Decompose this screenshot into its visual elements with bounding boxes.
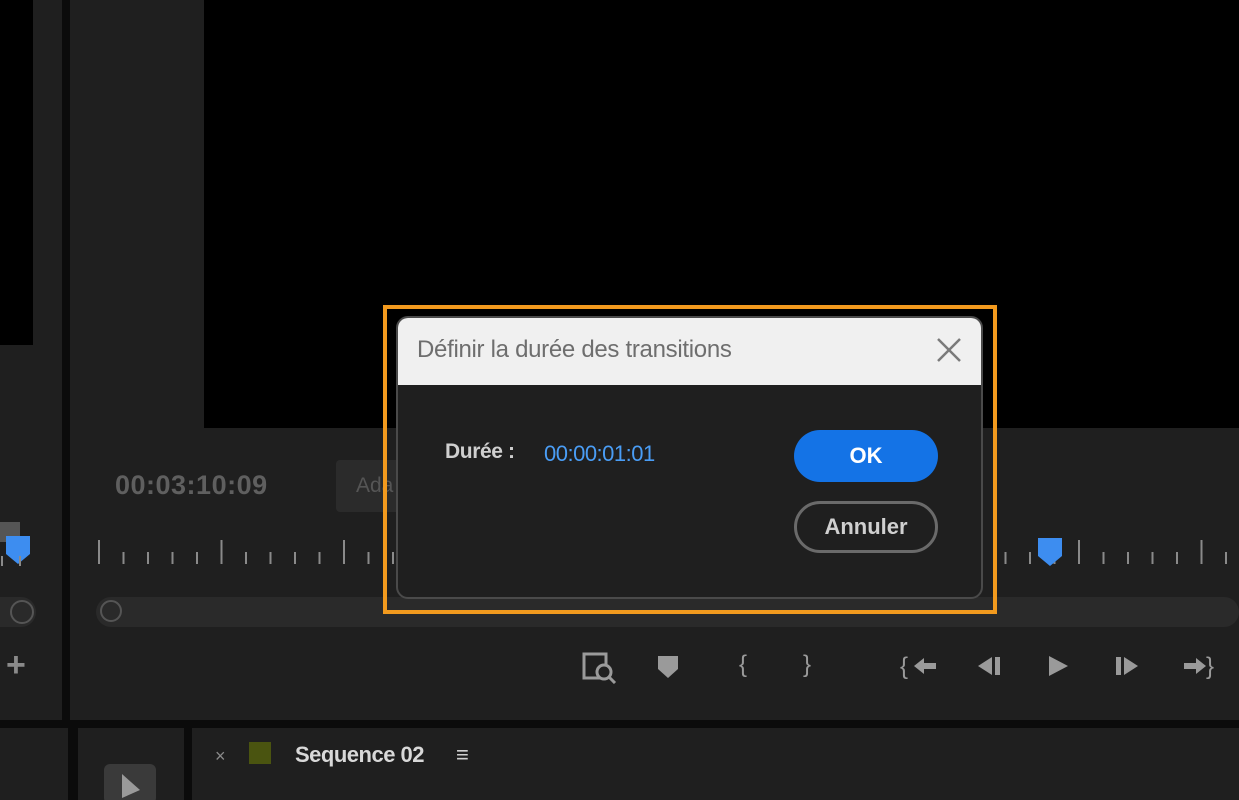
panel-divider-horizontal[interactable] <box>0 720 1239 728</box>
selection-tool-button[interactable] <box>104 764 156 800</box>
dialog-title: Définir la durée des transitions <box>417 336 732 363</box>
panel-divider[interactable] <box>68 728 78 800</box>
svg-text:}: } <box>1206 653 1214 680</box>
step-back-icon[interactable] <box>974 652 1004 680</box>
close-tab-icon[interactable]: × <box>215 746 226 767</box>
close-icon[interactable] <box>934 335 964 365</box>
tab-sequence-02[interactable]: Sequence 02 <box>295 742 425 768</box>
zoom-scroll-handle[interactable] <box>100 600 122 622</box>
duration-field[interactable] <box>544 441 684 467</box>
project-panel <box>0 728 68 800</box>
panel-divider[interactable] <box>62 0 70 800</box>
add-button-icon[interactable]: + <box>6 648 26 682</box>
svg-text:{: { <box>900 653 908 680</box>
sequence-color-swatch <box>249 742 271 764</box>
ok-button[interactable]: OK <box>794 430 938 482</box>
program-playhead-icon[interactable] <box>1036 536 1064 568</box>
source-ruler[interactable] <box>0 542 36 568</box>
source-video-frame <box>0 0 33 345</box>
mark-in-icon[interactable]: { <box>723 650 763 680</box>
cancel-button[interactable]: Annuler <box>794 501 938 553</box>
set-transition-duration-dialog: Définir la durée des transitions Durée :… <box>396 316 983 599</box>
source-zoom-handle[interactable] <box>10 600 34 624</box>
play-icon[interactable] <box>1044 652 1072 680</box>
premiere-workspace: 00:03:10:09 Ada + { } {} × Sequence 02 … <box>0 0 1239 800</box>
step-forward-icon[interactable] <box>1112 652 1142 680</box>
panel-menu-icon[interactable]: ≡ <box>456 742 469 768</box>
duration-label: Durée : <box>445 440 515 463</box>
selection-arrow-icon <box>122 774 140 798</box>
export-frame-icon[interactable] <box>582 650 618 684</box>
panel-divider[interactable] <box>184 728 192 800</box>
program-timecode[interactable]: 00:03:10:09 <box>115 470 268 501</box>
mark-out-icon[interactable]: } <box>787 650 827 680</box>
go-to-in-icon[interactable]: { <box>900 652 938 680</box>
add-marker-icon[interactable] <box>656 654 680 680</box>
go-to-out-icon[interactable]: } <box>1182 652 1220 680</box>
